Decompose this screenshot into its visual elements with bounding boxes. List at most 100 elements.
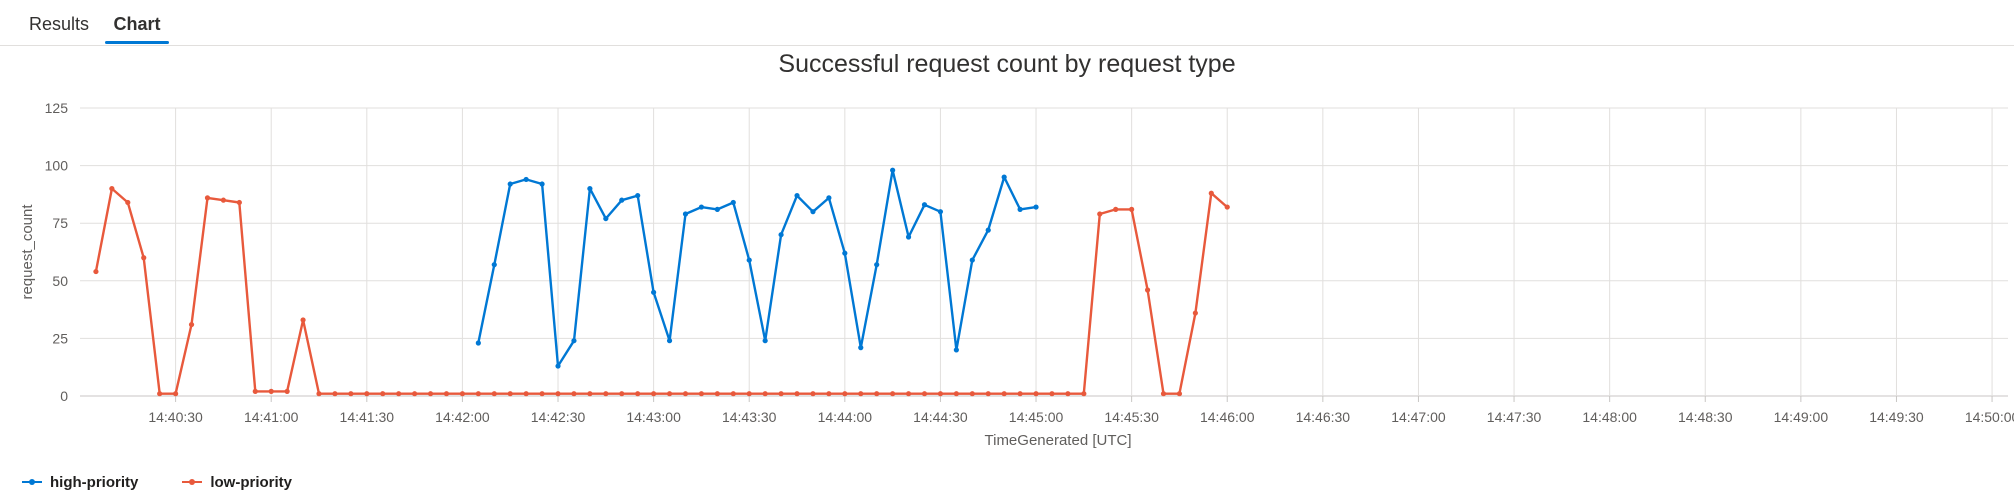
data-point-high-priority[interactable] [794,192,800,199]
data-point-high-priority[interactable] [778,232,784,238]
data-point-high-priority[interactable] [1001,174,1007,180]
data-point-low-priority[interactable] [730,391,736,397]
data-point-low-priority[interactable] [204,195,211,201]
data-point-low-priority[interactable] [316,391,322,397]
data-point-low-priority[interactable] [858,391,864,397]
data-point-low-priority[interactable] [125,199,131,206]
data-point-high-priority[interactable] [937,209,944,215]
data-point-low-priority[interactable] [268,388,274,394]
legend-item-high-priority[interactable]: high-priority [22,474,138,491]
data-point-low-priority[interactable] [698,391,705,397]
data-point-high-priority[interactable] [539,181,545,187]
data-point-low-priority[interactable] [109,186,115,192]
data-point-high-priority[interactable] [905,234,912,240]
data-point-low-priority[interactable] [842,391,848,397]
data-point-low-priority[interactable] [1033,391,1039,397]
data-point-high-priority[interactable] [571,338,577,344]
data-point-low-priority[interactable] [587,391,593,397]
series-line-low-priority[interactable] [94,187,1228,395]
data-point-low-priority[interactable] [1113,206,1119,212]
data-point-low-priority[interactable] [491,391,497,397]
data-point-low-priority[interactable] [1176,391,1183,397]
data-point-low-priority[interactable] [762,391,768,397]
data-point-low-priority[interactable] [443,391,450,397]
data-point-low-priority[interactable] [523,391,529,397]
data-point-high-priority[interactable] [475,340,481,346]
data-point-low-priority[interactable] [364,391,370,397]
data-point-low-priority[interactable] [953,391,959,397]
data-point-high-priority[interactable] [523,176,529,183]
series-line-high-priority[interactable] [477,168,1037,368]
data-point-low-priority[interactable] [1049,391,1055,397]
data-point-low-priority[interactable] [348,391,354,397]
data-point-high-priority[interactable] [810,209,816,215]
data-point-high-priority[interactable] [555,363,561,369]
data-point-high-priority[interactable] [507,181,513,187]
data-point-low-priority[interactable] [937,391,944,397]
data-point-high-priority[interactable] [666,338,673,344]
data-point-low-priority[interactable] [571,391,577,397]
data-point-high-priority[interactable] [682,211,689,217]
data-point-high-priority[interactable] [953,347,959,353]
data-point-low-priority[interactable] [412,391,418,397]
data-point-high-priority[interactable] [491,262,497,268]
data-point-low-priority[interactable] [141,255,147,261]
data-point-low-priority[interactable] [555,391,561,397]
data-point-low-priority[interactable] [380,391,386,397]
data-point-low-priority[interactable] [188,321,195,328]
legend-item-low-priority[interactable]: low-priority [182,474,292,491]
data-point-low-priority[interactable] [1129,206,1135,212]
data-point-high-priority[interactable] [730,199,736,206]
data-point-high-priority[interactable] [842,250,848,256]
data-point-high-priority[interactable] [635,192,641,199]
data-point-low-priority[interactable] [1208,190,1214,196]
data-point-high-priority[interactable] [651,289,657,295]
data-point-low-priority[interactable] [778,391,784,397]
data-point-low-priority[interactable] [539,391,545,397]
data-point-low-priority[interactable] [507,391,513,397]
data-point-low-priority[interactable] [921,391,928,397]
data-point-low-priority[interactable] [459,391,466,397]
data-point-low-priority[interactable] [682,391,689,397]
data-point-low-priority[interactable] [284,388,290,394]
data-point-low-priority[interactable] [1224,204,1230,210]
data-point-high-priority[interactable] [1017,206,1023,212]
data-point-high-priority[interactable] [619,197,625,203]
data-point-low-priority[interactable] [969,391,975,397]
data-point-low-priority[interactable] [157,391,163,397]
data-point-low-priority[interactable] [1192,310,1198,316]
data-point-low-priority[interactable] [1160,391,1167,397]
data-point-low-priority[interactable] [1144,287,1151,293]
data-point-low-priority[interactable] [746,391,752,397]
data-point-low-priority[interactable] [1001,391,1007,397]
data-point-low-priority[interactable] [1017,391,1023,397]
data-point-low-priority[interactable] [666,391,673,397]
data-point-low-priority[interactable] [619,391,625,397]
data-point-low-priority[interactable] [300,317,306,323]
data-point-low-priority[interactable] [332,391,338,397]
data-point-high-priority[interactable] [762,338,768,344]
data-point-low-priority[interactable] [1081,391,1087,397]
data-point-low-priority[interactable] [985,391,991,397]
data-point-low-priority[interactable] [173,391,179,397]
data-point-low-priority[interactable] [714,391,720,397]
data-point-low-priority[interactable] [794,391,800,397]
data-point-low-priority[interactable] [236,199,242,206]
data-point-low-priority[interactable] [220,197,227,203]
data-point-low-priority[interactable] [651,391,657,397]
data-point-high-priority[interactable] [969,257,975,263]
data-point-low-priority[interactable] [1097,211,1103,217]
data-point-low-priority[interactable] [826,391,832,397]
data-point-low-priority[interactable] [475,391,481,397]
data-point-high-priority[interactable] [603,215,609,222]
data-point-high-priority[interactable] [1033,204,1039,210]
data-point-high-priority[interactable] [826,195,832,201]
data-point-low-priority[interactable] [810,391,816,397]
data-point-high-priority[interactable] [858,345,864,351]
data-point-low-priority[interactable] [874,391,880,397]
data-point-low-priority[interactable] [252,388,258,394]
data-point-low-priority[interactable] [905,391,912,397]
data-point-high-priority[interactable] [921,202,928,208]
data-point-low-priority[interactable] [396,391,402,397]
data-point-high-priority[interactable] [698,204,705,210]
